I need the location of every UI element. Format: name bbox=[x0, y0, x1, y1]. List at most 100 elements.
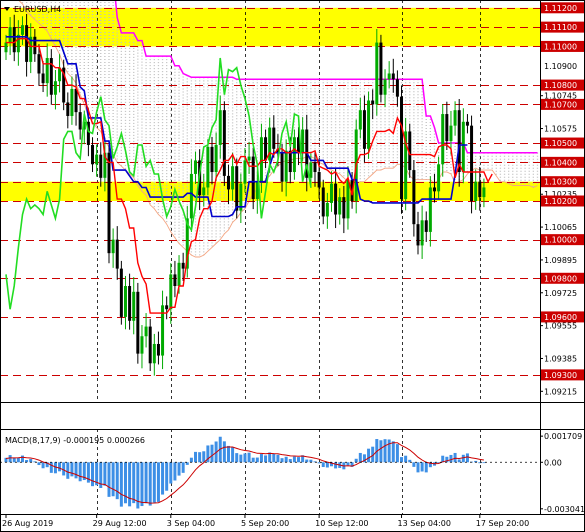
candle[interactable] bbox=[111, 228, 115, 268]
candle[interactable] bbox=[362, 95, 366, 163]
candle[interactable] bbox=[371, 89, 375, 120]
candle-body bbox=[91, 144, 95, 165]
candle[interactable] bbox=[41, 61, 45, 93]
candle-body bbox=[66, 102, 70, 116]
candle[interactable] bbox=[346, 166, 350, 230]
candle[interactable] bbox=[391, 58, 395, 93]
candle[interactable] bbox=[49, 49, 53, 105]
macd-bar bbox=[66, 462, 70, 479]
candle[interactable] bbox=[144, 313, 148, 348]
candle[interactable] bbox=[334, 168, 338, 229]
macd-bar bbox=[107, 462, 111, 497]
candle-body bbox=[457, 110, 461, 173]
macd-bar bbox=[165, 462, 169, 491]
candle-body bbox=[222, 110, 226, 176]
candle-body bbox=[445, 114, 449, 142]
candle[interactable] bbox=[53, 70, 57, 110]
candle-body bbox=[383, 79, 387, 95]
candle-body bbox=[144, 326, 148, 337]
candle-body bbox=[420, 220, 424, 246]
candle[interactable] bbox=[91, 137, 95, 173]
candle[interactable] bbox=[136, 282, 140, 364]
level-price-label: 1.10200 bbox=[544, 197, 577, 206]
candle[interactable] bbox=[214, 132, 218, 181]
candle[interactable] bbox=[453, 101, 457, 136]
time-label: 13 Sep 04:00 bbox=[398, 519, 451, 528]
candle-body bbox=[210, 146, 214, 173]
candle[interactable] bbox=[400, 85, 404, 214]
candle[interactable] bbox=[292, 129, 296, 180]
macd-bar bbox=[465, 453, 469, 463]
macd-pane[interactable] bbox=[0, 436, 540, 509]
candle[interactable] bbox=[457, 98, 461, 187]
price-label: 1.10575 bbox=[544, 125, 577, 134]
time-label: 10 Sep 12:00 bbox=[315, 519, 368, 528]
candle[interactable] bbox=[99, 142, 103, 187]
candle[interactable] bbox=[78, 103, 82, 140]
level-price-label: 1.09300 bbox=[544, 371, 577, 380]
macd-bar bbox=[152, 462, 156, 503]
candle-body bbox=[379, 42, 383, 95]
candle[interactable] bbox=[404, 117, 408, 211]
candle[interactable] bbox=[383, 69, 387, 108]
candle-body bbox=[342, 197, 346, 219]
candle-body bbox=[259, 137, 263, 182]
candle-body bbox=[441, 114, 445, 165]
candle-body bbox=[189, 173, 193, 219]
candle[interactable] bbox=[148, 318, 152, 372]
candle[interactable] bbox=[412, 160, 416, 237]
candle[interactable] bbox=[474, 169, 478, 210]
candle[interactable] bbox=[140, 325, 144, 369]
candle-body bbox=[140, 336, 144, 354]
macd-bar bbox=[144, 462, 148, 504]
candle[interactable] bbox=[272, 115, 276, 158]
candle[interactable] bbox=[247, 141, 251, 174]
candle[interactable] bbox=[115, 226, 119, 280]
macd-bar bbox=[235, 453, 239, 463]
candle[interactable] bbox=[95, 144, 99, 177]
candle[interactable] bbox=[358, 97, 362, 139]
candle-body bbox=[53, 81, 57, 95]
candle[interactable] bbox=[194, 151, 198, 184]
macd-bar bbox=[181, 462, 185, 473]
macd-bar bbox=[251, 457, 255, 463]
price-chart[interactable]: 1.107451.105751.104051.102351.100651.098… bbox=[0, 0, 585, 532]
time-axis: 26 Aug 2019 29 Aug 12:00 3 Sep 04:00 5 Sep … bbox=[2, 514, 529, 528]
candle-body bbox=[136, 291, 140, 354]
candle-body bbox=[202, 187, 206, 196]
candle-body bbox=[37, 54, 41, 74]
candle[interactable] bbox=[132, 277, 136, 335]
candle[interactable] bbox=[165, 296, 169, 320]
candle[interactable] bbox=[239, 173, 243, 224]
candle[interactable] bbox=[465, 114, 469, 134]
price-label: 1.09385 bbox=[544, 354, 577, 363]
candle[interactable] bbox=[416, 211, 420, 255]
candle[interactable] bbox=[329, 171, 333, 212]
candle[interactable] bbox=[123, 275, 127, 330]
macd-bar bbox=[70, 462, 74, 477]
candle[interactable] bbox=[156, 331, 160, 365]
candle[interactable] bbox=[161, 290, 165, 370]
candle[interactable] bbox=[152, 333, 156, 376]
candle[interactable] bbox=[119, 260, 123, 325]
candle[interactable] bbox=[58, 54, 62, 93]
candle[interactable] bbox=[173, 260, 177, 298]
candle[interactable] bbox=[66, 92, 70, 129]
candle[interactable] bbox=[45, 43, 49, 97]
candle[interactable] bbox=[70, 76, 74, 125]
candle[interactable] bbox=[128, 273, 132, 330]
candle[interactable] bbox=[424, 211, 428, 242]
candle[interactable] bbox=[395, 70, 399, 107]
candle[interactable] bbox=[222, 101, 226, 186]
macd-bar bbox=[177, 462, 181, 476]
candle[interactable] bbox=[441, 104, 445, 177]
candle[interactable] bbox=[206, 139, 210, 196]
macd-bar bbox=[461, 454, 465, 463]
candle[interactable] bbox=[420, 205, 424, 259]
macd-bar bbox=[424, 462, 428, 473]
candle[interactable] bbox=[387, 61, 391, 89]
candle[interactable] bbox=[470, 115, 474, 214]
macd-bar bbox=[20, 455, 24, 463]
candle[interactable] bbox=[379, 34, 383, 103]
macd-bar bbox=[173, 462, 177, 481]
